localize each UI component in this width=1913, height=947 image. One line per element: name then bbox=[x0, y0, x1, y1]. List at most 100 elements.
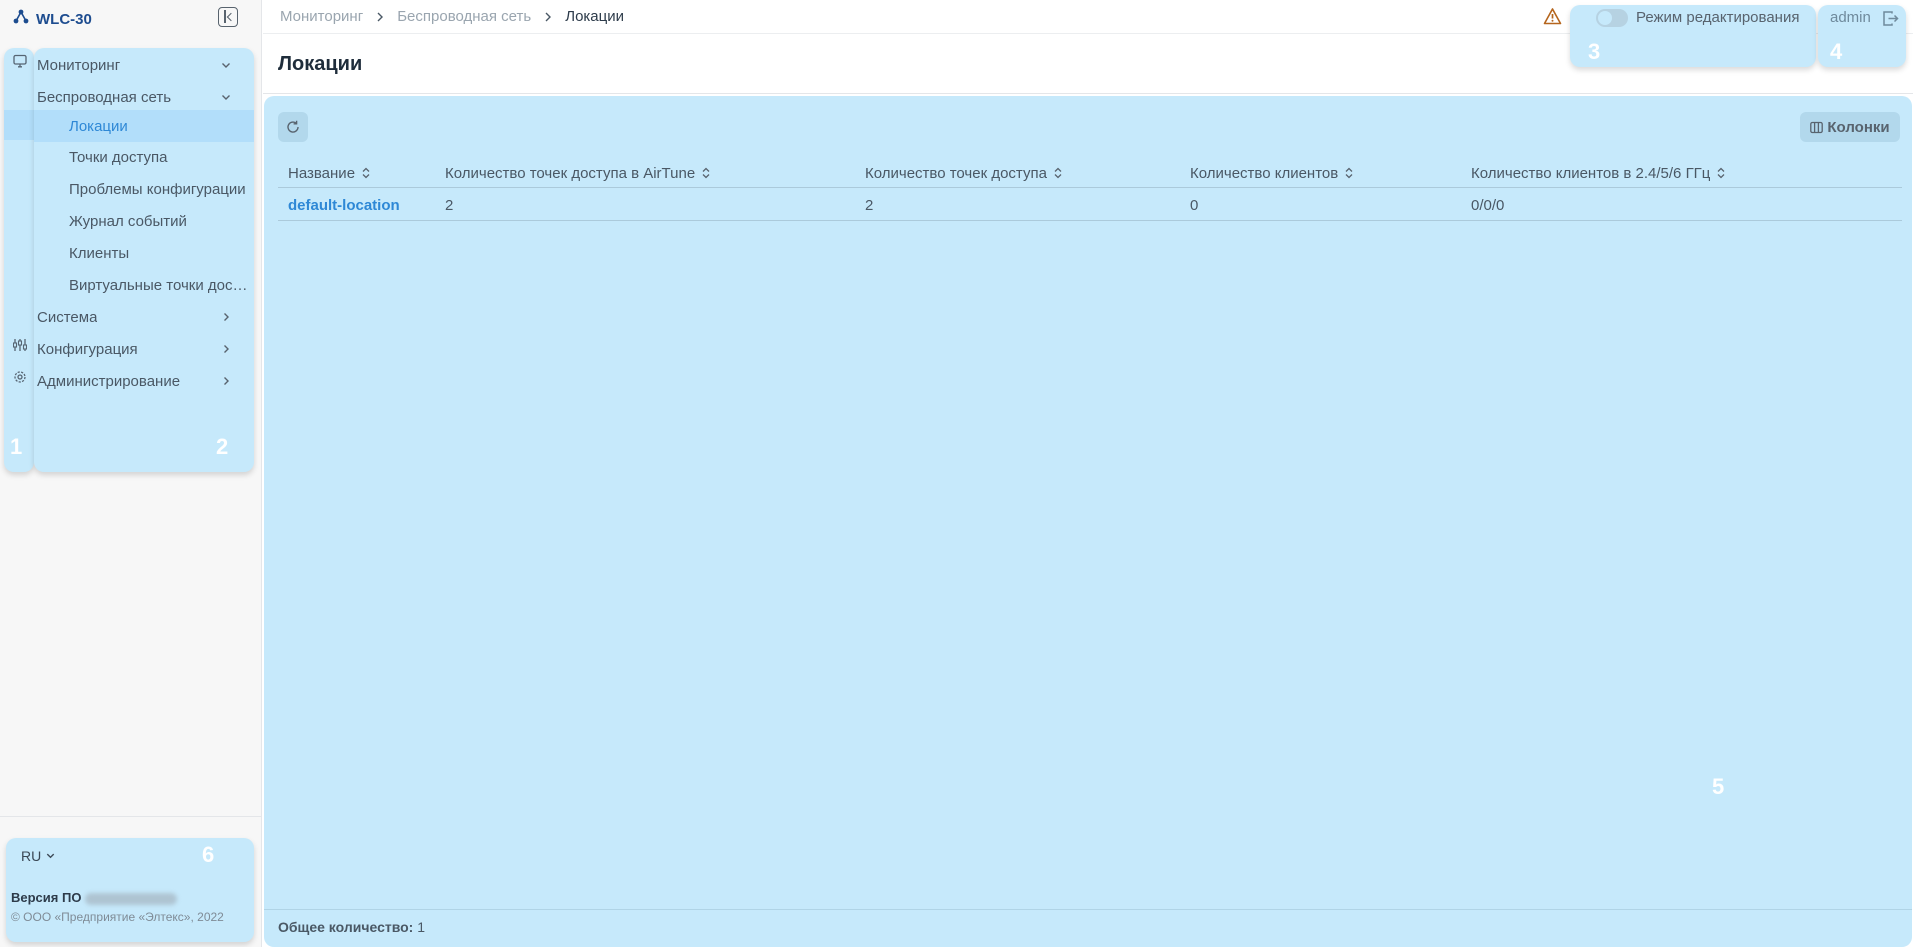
sidebar-item-label: Журнал событий bbox=[69, 212, 187, 230]
user-panel: admin 4 bbox=[1818, 5, 1906, 67]
region-label-3: 3 bbox=[1588, 39, 1601, 64]
chevron-right-icon bbox=[220, 311, 232, 323]
sidebar-item-access-points[interactable]: Точки доступа bbox=[34, 142, 254, 172]
chevron-right-icon bbox=[375, 12, 385, 22]
table-header: Название Количество точек доступа в AirT… bbox=[278, 158, 1902, 188]
edit-mode-label: Режим редактирования bbox=[1636, 9, 1800, 26]
sidebar-item-administration[interactable]: Администрирование bbox=[34, 366, 254, 396]
sidebar-item-label: Виртуальные точки доступа bbox=[69, 276, 251, 294]
sort-icon bbox=[1054, 167, 1062, 179]
page-title: Локации bbox=[278, 53, 363, 75]
column-header-client-bands[interactable]: Количество клиентов в 2.4/5/6 ГГц bbox=[1471, 158, 1726, 188]
nodes-icon bbox=[12, 8, 30, 30]
locations-table-panel: Колонки Название Количество точек доступ… bbox=[264, 96, 1912, 947]
column-header-label: Количество клиентов в 2.4/5/6 ГГц bbox=[1471, 164, 1711, 182]
sidebar-item-configuration[interactable]: Конфигурация bbox=[34, 334, 254, 364]
sidebar-item-event-log[interactable]: Журнал событий bbox=[34, 206, 254, 236]
sort-icon bbox=[1717, 167, 1725, 179]
warning-icon[interactable] bbox=[1543, 7, 1562, 26]
columns-button-label: Колонки bbox=[1827, 118, 1890, 136]
chevron-right-icon bbox=[220, 343, 232, 355]
column-header-label: Название bbox=[288, 164, 356, 182]
sidebar-item-wireless[interactable]: Беспроводная сеть bbox=[34, 82, 254, 112]
table-cell: 0 bbox=[1190, 196, 1199, 214]
total-count: Общее количество: 1 bbox=[278, 919, 425, 935]
sidebar-item-label: Администрирование bbox=[37, 372, 181, 390]
sidebar-item-label: Локации bbox=[69, 117, 128, 135]
table-cell: 2 bbox=[445, 196, 454, 214]
columns-icon bbox=[1810, 121, 1824, 133]
table-cell: 2 bbox=[865, 196, 874, 214]
sort-icon bbox=[1345, 167, 1353, 179]
edit-mode-toggle[interactable] bbox=[1596, 9, 1628, 27]
monitor-icon[interactable] bbox=[13, 54, 27, 68]
sidebar: WLC-30 1 Мониторинг Беспроводная сеть Ло… bbox=[0, 0, 262, 947]
sidebar-item-label: Конфигурация bbox=[37, 340, 138, 358]
refresh-icon bbox=[287, 120, 299, 133]
app-logo[interactable]: WLC-30 bbox=[12, 8, 92, 30]
sidebar-item-label: Система bbox=[37, 308, 98, 326]
breadcrumb-current: Локации bbox=[565, 8, 624, 25]
chevron-down-icon bbox=[45, 848, 56, 864]
table-cell: 0/0/0 bbox=[1471, 196, 1505, 214]
language-selector[interactable]: RU bbox=[21, 848, 56, 864]
column-header-client-count[interactable]: Количество клиентов bbox=[1190, 158, 1354, 188]
total-count-value: 1 bbox=[417, 919, 426, 935]
header-divider bbox=[263, 93, 1913, 94]
gear-icon[interactable] bbox=[13, 370, 27, 384]
total-count-label: Общее количество: bbox=[278, 919, 414, 935]
column-header-ap-count[interactable]: Количество точек доступа bbox=[865, 158, 1063, 188]
logout-icon[interactable] bbox=[1882, 10, 1899, 27]
sidebar-footer-divider bbox=[0, 816, 262, 817]
edit-mode-panel: Режим редактирования 3 bbox=[1570, 5, 1816, 67]
sidebar-item-label: Мониторинг bbox=[37, 56, 121, 74]
column-header-name[interactable]: Название bbox=[288, 158, 371, 188]
sidebar-item-label: Беспроводная сеть bbox=[37, 88, 172, 106]
software-version: Версия ПО bbox=[11, 890, 178, 905]
region-label-5: 5 bbox=[1712, 774, 1725, 799]
columns-button[interactable]: Колонки bbox=[1800, 112, 1900, 142]
region-label-2: 2 bbox=[216, 434, 229, 459]
version-value-redacted bbox=[85, 892, 178, 905]
table-row: default-location 2 2 0 0/0/0 bbox=[278, 189, 1902, 221]
sidebar-item-clients[interactable]: Клиенты bbox=[34, 238, 254, 268]
sidebar-footer: RU 6 Версия ПО © ООО «Предприятие «Элтек… bbox=[6, 838, 254, 942]
sidebar-item-virtual-aps[interactable]: Виртуальные точки доступа bbox=[34, 270, 254, 300]
region-label-6: 6 bbox=[202, 842, 215, 867]
region-label-4: 4 bbox=[1830, 39, 1843, 64]
chevron-down-icon bbox=[220, 59, 232, 71]
copyright: © ООО «Предприятие «Элтекс», 2022 bbox=[11, 910, 224, 924]
breadcrumb-item[interactable]: Беспроводная сеть bbox=[397, 8, 531, 25]
app-title: WLC-30 bbox=[36, 10, 92, 28]
column-header-label: Количество точек доступа bbox=[865, 164, 1047, 182]
table-footer-divider bbox=[264, 909, 1912, 910]
username[interactable]: admin bbox=[1830, 9, 1871, 26]
breadcrumb: Мониторинг Беспроводная сеть Локации bbox=[280, 8, 624, 25]
version-label: Версия ПО bbox=[11, 890, 82, 905]
sidebar-item-system[interactable]: Система bbox=[34, 302, 254, 332]
column-header-label: Количество клиентов bbox=[1190, 164, 1339, 182]
column-header-airtune-aps[interactable]: Количество точек доступа в AirTune bbox=[445, 158, 711, 188]
collapse-sidebar-icon[interactable] bbox=[218, 7, 238, 27]
sidebar-item-config-problems[interactable]: Проблемы конфигурации bbox=[34, 174, 254, 204]
sidebar-header: WLC-30 bbox=[0, 0, 262, 34]
sidebar-item-monitoring[interactable]: Мониторинг bbox=[34, 50, 254, 80]
chevron-right-icon bbox=[220, 375, 232, 387]
sidebar-item-label: Клиенты bbox=[69, 244, 130, 262]
refresh-button[interactable] bbox=[278, 112, 308, 142]
sort-icon bbox=[362, 167, 370, 179]
language-value: RU bbox=[21, 848, 42, 864]
sidebar-item-label: Точки доступа bbox=[69, 148, 168, 166]
region-label-1: 1 bbox=[10, 434, 23, 459]
sliders-icon[interactable] bbox=[13, 338, 27, 352]
chevron-right-icon bbox=[543, 12, 553, 22]
sidebar-item-locations[interactable]: Локации bbox=[34, 110, 254, 142]
location-name-link[interactable]: default-location bbox=[288, 189, 400, 221]
sidebar-item-label: Проблемы конфигурации bbox=[69, 180, 246, 198]
chevron-down-icon bbox=[220, 91, 232, 103]
active-item-rail-highlight bbox=[4, 110, 34, 140]
sidebar-nav: Мониторинг Беспроводная сеть Локации Точ… bbox=[34, 48, 254, 472]
sort-icon bbox=[702, 167, 710, 179]
breadcrumb-item[interactable]: Мониторинг bbox=[280, 8, 363, 25]
column-header-label: Количество точек доступа в AirTune bbox=[445, 164, 696, 182]
